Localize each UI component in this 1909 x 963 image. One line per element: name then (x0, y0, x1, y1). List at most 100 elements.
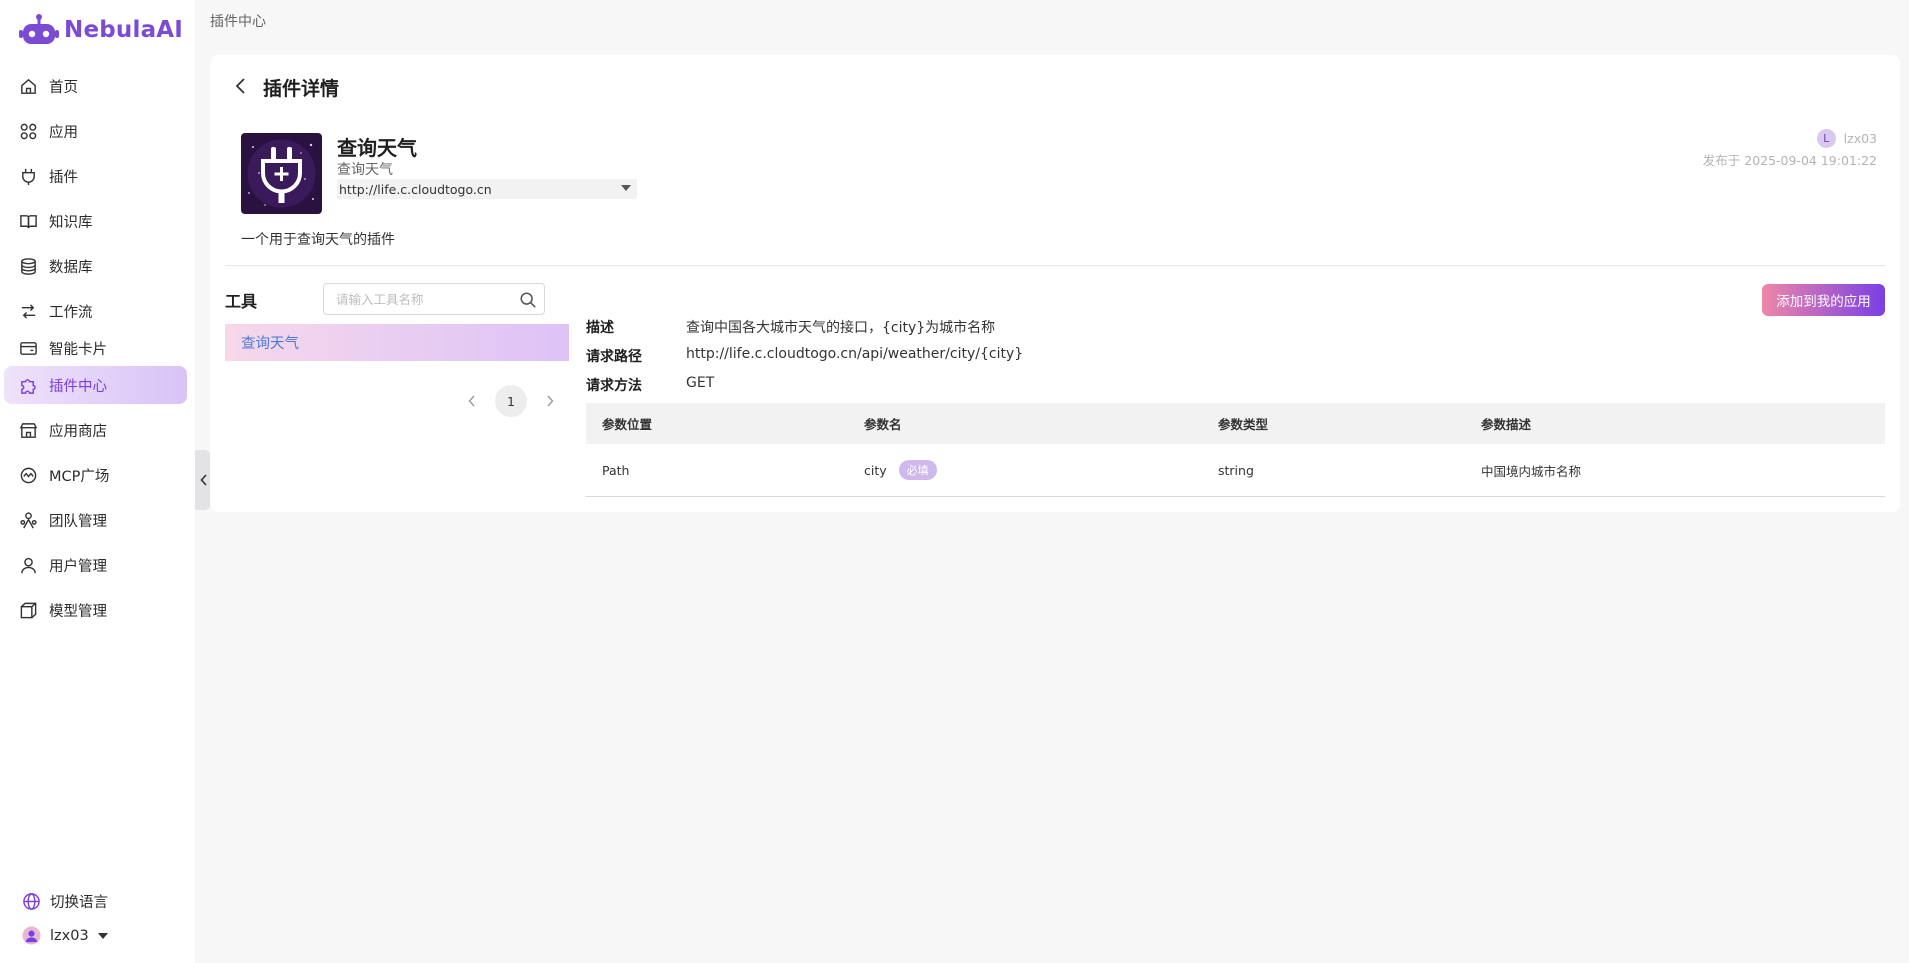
chevron-right-icon (547, 395, 554, 407)
breadcrumb: 插件中心 (210, 14, 266, 30)
home-icon (21, 78, 36, 94)
sidebar-item-plugin-center[interactable]: 插件中心 (4, 366, 187, 404)
sidebar-item-label: 团队管理 (49, 513, 107, 530)
param-position: Path (602, 462, 630, 478)
sidebar-item-users[interactable]: 用户管理 (4, 546, 187, 584)
table-row: Path city 必填 string 中国境内城市名称 (586, 444, 1885, 496)
sidebar-item-label: 插件 (49, 169, 78, 186)
book-icon (20, 214, 37, 228)
card-icon (20, 341, 37, 355)
sidebar-item-team[interactable]: 团队管理 (4, 501, 187, 539)
page-title: 插件详情 (263, 78, 340, 100)
sidebar-item-plugins[interactable]: 插件 (4, 157, 187, 195)
puzzle-icon (21, 378, 36, 394)
chevron-left-icon (235, 78, 245, 94)
back-button[interactable] (230, 75, 252, 97)
tools-heading: 工具 (225, 292, 258, 311)
switch-language-button[interactable]: 切换语言 (22, 891, 108, 912)
cube-icon (20, 602, 37, 618)
tool-search (323, 283, 545, 315)
column-header: 参数类型 (1218, 417, 1269, 432)
sidebar-item-label: 用户管理 (49, 558, 107, 575)
caret-down-icon (97, 932, 108, 939)
avatar (22, 926, 41, 945)
logo[interactable]: NebulaAI (18, 13, 183, 47)
detail-method-row: 请求方法 GET (586, 375, 714, 395)
sidebar-item-label: 工作流 (49, 304, 93, 321)
table-header: 参数位置 参数名 参数类型 参数描述 (586, 403, 1885, 444)
search-icon[interactable] (519, 291, 537, 309)
user-menu[interactable]: lzx03 (22, 926, 108, 945)
sidebar-item-mcp[interactable]: MCP广场 (4, 456, 187, 494)
brand-name: NebulaAI (64, 17, 184, 43)
divider (225, 265, 1885, 266)
robot-logo-icon (19, 14, 59, 44)
sidebar: NebulaAI 首页 应用 插件 知识库 数据库 工作流 智能卡片 插件中心 … (0, 0, 195, 963)
server-url-value: http://life.c.cloudtogo.cn (339, 181, 492, 197)
detail-method-label: 请求方法 (586, 378, 642, 394)
switch-language-label: 切换语言 (50, 895, 108, 911)
author-avatar: L (1816, 129, 1836, 148)
sidebar-item-workflow[interactable]: 工作流 (4, 292, 187, 330)
param-type: string (1218, 462, 1254, 478)
sidebar-item-apps[interactable]: 应用 (4, 112, 187, 150)
sidebar-item-app-store[interactable]: 应用商店 (4, 411, 187, 449)
sidebar-item-label: 模型管理 (49, 603, 107, 620)
plugin-name: 查询天气 (337, 136, 417, 160)
sidebar-item-label: 首页 (49, 79, 78, 96)
column-header: 参数名 (864, 417, 902, 432)
database-icon (21, 257, 36, 275)
sidebar-item-label: MCP广场 (49, 468, 110, 485)
next-page-button[interactable] (543, 394, 557, 408)
detail-description-row: 描述 查询中国各大城市天气的接口，{city}为城市名称 (586, 317, 995, 337)
sidebar-item-home[interactable]: 首页 (4, 67, 187, 105)
prev-page-button[interactable] (465, 394, 479, 408)
params-table: 参数位置 参数名 参数类型 参数描述 Path city 必填 string 中… (586, 403, 1885, 497)
plugin-description: 一个用于查询天气的插件 (241, 232, 395, 248)
detail-method-value: GET (686, 375, 715, 391)
sidebar-item-models[interactable]: 模型管理 (4, 591, 187, 629)
sidebar-item-label: 应用 (49, 124, 78, 141)
apps-grid-icon (20, 123, 37, 139)
server-url-select[interactable]: http://life.c.cloudtogo.cn (337, 179, 637, 199)
param-name: city (864, 462, 887, 478)
plug-icon (22, 168, 35, 185)
page-number[interactable]: 1 (495, 385, 527, 417)
user-icon (21, 557, 36, 573)
tool-search-input[interactable] (336, 291, 506, 307)
sidebar-item-label: 应用商店 (49, 423, 107, 440)
detail-description-value: 查询中国各大城市天气的接口，{city}为城市名称 (686, 320, 996, 336)
column-header: 参数位置 (602, 417, 653, 432)
dropdown-caret-icon (621, 185, 631, 191)
detail-description-label: 描述 (586, 320, 614, 336)
sidebar-item-label: 数据库 (49, 259, 93, 276)
chevron-left-icon (199, 474, 207, 486)
publish-time: 发布于 2025-09-04 19:01:22 (1702, 153, 1877, 168)
plugin-detail-card: 插件详情 查询天气 查询天气 http://life.c.cloudtogo.c… (210, 55, 1900, 512)
plug-logo-icon (241, 133, 322, 214)
sidebar-item-smart-card[interactable]: 智能卡片 (4, 329, 187, 367)
tool-list-item[interactable]: 查询天气 (225, 324, 569, 361)
sidebar-item-database[interactable]: 数据库 (4, 247, 187, 285)
sidebar-item-label: 智能卡片 (49, 341, 107, 358)
store-icon (19, 422, 38, 438)
sidebar-item-label: 插件中心 (49, 378, 107, 395)
team-icon (20, 511, 37, 528)
detail-path-row: 请求路径 http://life.c.cloudtogo.cn/api/weat… (586, 346, 1023, 366)
sidebar-item-label: 知识库 (49, 214, 93, 231)
user-name: lzx03 (50, 927, 89, 944)
mcp-icon (20, 467, 37, 483)
add-to-my-apps-button[interactable]: 添加到我的应用 (1762, 284, 1885, 316)
detail-path-label: 请求路径 (586, 349, 642, 365)
plugin-subtitle: 查询天气 (337, 162, 393, 178)
workflow-icon (21, 303, 36, 319)
globe-icon (23, 893, 40, 910)
author-name: lzx03 (1843, 131, 1877, 146)
detail-path-value: http://life.c.cloudtogo.cn/api/weather/c… (686, 346, 1024, 362)
chevron-left-icon (468, 395, 475, 407)
param-name-cell: city 必填 (848, 460, 1202, 480)
plugin-logo (241, 133, 322, 214)
column-header: 参数描述 (1481, 417, 1532, 432)
sidebar-item-knowledge[interactable]: 知识库 (4, 202, 187, 240)
pagination: 1 (465, 385, 557, 417)
